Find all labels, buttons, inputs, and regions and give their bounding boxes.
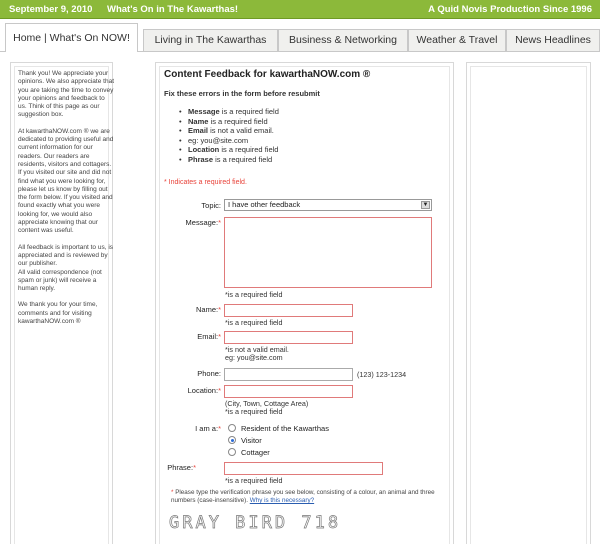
right-sidebar-inner — [470, 66, 587, 544]
error-item: Phrase is a required field — [179, 155, 279, 165]
error-item: Location is a required field — [179, 145, 279, 155]
error-list: Message is a required field Name is a re… — [179, 107, 279, 165]
error-item: Message is a required field — [179, 107, 279, 117]
why-necessary-link[interactable]: Why is this necessary? — [250, 497, 314, 504]
phone-input[interactable] — [224, 368, 353, 381]
sidebar-paragraph: At kawarthaNOW.com ® we are dedicated to… — [18, 127, 114, 235]
email-input[interactable] — [224, 331, 353, 344]
required-field-note: * Indicates a required field. — [164, 179, 247, 186]
error-heading: Fix these errors in the form before resu… — [164, 89, 320, 98]
phone-hint: (123) 123-1234 — [357, 370, 407, 379]
message-error: *is a required field — [225, 290, 283, 299]
whats-on-tagline: What's On in The Kawarthas! — [107, 4, 239, 15]
main-nav-tabs: Home | What's On NOW! Living in The Kawa… — [0, 19, 600, 52]
radio-visitor[interactable]: Visitor — [228, 436, 262, 445]
tab-business-networking[interactable]: Business & Networking — [278, 29, 408, 51]
phrase-error: *is a required field — [225, 476, 283, 485]
error-text: is a required field — [208, 116, 268, 126]
error-hint: eg: you@site.com — [179, 136, 279, 146]
tab-living-in-kawarthas[interactable]: Living in The Kawarthas — [143, 29, 278, 51]
captcha-image: GRAY BIRD 718 — [169, 513, 342, 534]
error-item: Name is a required field — [179, 117, 279, 127]
message-label: Message:* — [185, 218, 221, 227]
top-banner: September 9, 2010 What's On in The Kawar… — [0, 0, 600, 19]
message-textarea[interactable] — [224, 217, 432, 288]
radio-cottager[interactable]: Cottager — [228, 448, 270, 457]
tab-weather-travel[interactable]: Weather & Travel — [408, 29, 506, 51]
radio-label: Cottager — [241, 448, 270, 457]
radio-resident[interactable]: Resident of the Kawarthas — [228, 424, 329, 433]
name-error: *is a required field — [225, 318, 283, 327]
email-label: Email:* — [197, 332, 221, 341]
email-hint: eg: you@site.com — [225, 353, 283, 362]
current-date: September 9, 2010 — [9, 4, 93, 15]
error-field: Message — [188, 107, 220, 116]
error-field: Location — [188, 145, 220, 155]
sidebar-paragraph: Thank you! We appreciate your opinions. … — [18, 70, 114, 119]
sidebar-paragraph: We thank you for your time, comments and… — [18, 301, 98, 326]
error-field: Email — [188, 126, 209, 136]
topic-label: Topic: — [201, 201, 221, 210]
radio-button[interactable] — [228, 448, 236, 456]
error-item: Email is not a valid email. — [179, 126, 279, 136]
phrase-input[interactable] — [224, 462, 383, 475]
radio-button-selected[interactable] — [228, 436, 236, 444]
tab-news-headlines[interactable]: News Headlines — [506, 29, 600, 51]
error-text: is a required field — [213, 154, 273, 164]
iama-label: I am a:* — [195, 424, 221, 433]
error-field: Phrase — [188, 154, 214, 164]
radio-label: Resident of the Kawarthas — [241, 424, 329, 433]
name-input[interactable] — [224, 304, 353, 317]
sidebar-paragraph: All valid correspondence (not spam or ju… — [18, 268, 102, 293]
error-text: is a required field — [219, 107, 279, 116]
radio-button[interactable] — [228, 424, 236, 432]
location-input[interactable] — [224, 385, 353, 398]
error-text: is not a valid email. — [208, 126, 274, 136]
right-sidebar — [466, 62, 591, 544]
location-label: Location:* — [187, 386, 221, 395]
sidebar-paragraph: All feedback is important to us, is appr… — [18, 243, 114, 268]
error-field: Name — [188, 116, 209, 126]
radio-label: Visitor — [241, 436, 262, 445]
chevron-down-icon: ▼ — [421, 201, 430, 209]
topic-select[interactable]: I have other feedback ▼ — [224, 199, 432, 211]
error-text: is a required field — [219, 145, 279, 155]
phone-label: Phone: — [197, 369, 221, 378]
production-tagline: A Quid Novis Production Since 1996 — [428, 4, 592, 15]
location-error: *is a required field — [225, 407, 283, 416]
verification-instructions: * Please type the verification phrase yo… — [171, 489, 435, 504]
tab-home-whats-on[interactable]: Home | What's On NOW! — [5, 23, 138, 52]
form-title: Content Feedback for kawarthaNOW.com ® — [164, 69, 371, 80]
sidebar-intro: Thank you! We appreciate your opinions. … — [18, 70, 114, 334]
topic-selected-value: I have other feedback — [228, 200, 301, 209]
name-label: Name:* — [195, 305, 221, 314]
phrase-label: Phrase:* — [167, 463, 196, 472]
